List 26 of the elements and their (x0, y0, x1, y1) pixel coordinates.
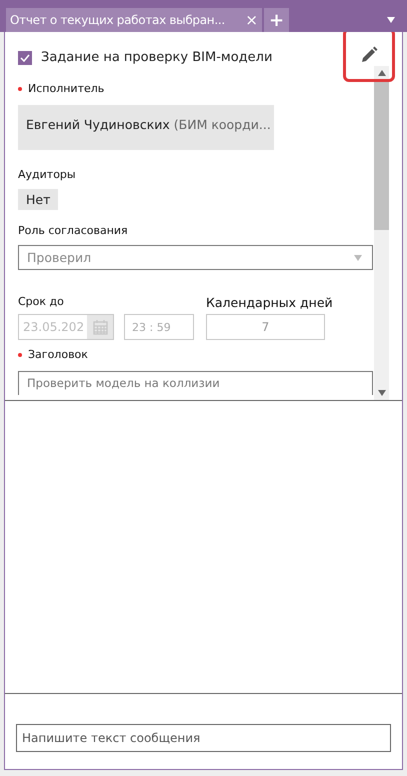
field-label: Исполнитель (28, 82, 104, 95)
task-title: Задание на проверку BIM-модели (41, 50, 272, 65)
field-label: Календарных дней (206, 295, 333, 310)
document-tab[interactable]: Отчет о текущих работах выбран... × (6, 8, 262, 32)
field-label: Аудиторы (18, 168, 76, 181)
date-field[interactable]: 23.05.202 (18, 314, 114, 340)
new-tab-button[interactable]: + (264, 8, 289, 32)
approval-role-select[interactable]: Проверил (18, 245, 373, 270)
message-input[interactable]: Напишите текст сообщения (16, 724, 391, 752)
field-label: Срок до (18, 295, 64, 308)
field-label: Заголовок (28, 348, 88, 361)
tab-close-button[interactable]: × (245, 11, 258, 29)
executor-field[interactable]: Евгений Чудиновских (БИМ коорди... (18, 105, 274, 150)
task-checkbox[interactable] (18, 50, 32, 64)
field-label: Роль согласования (18, 224, 128, 237)
scroll-up-icon[interactable] (378, 70, 386, 76)
heading-field[interactable]: Проверить модель на коллизии (18, 371, 373, 395)
auditor-chip: Нет (18, 189, 58, 210)
time-field[interactable]: 23 : 59 (124, 314, 194, 340)
scrollbar[interactable] (374, 66, 389, 400)
edit-icon[interactable] (360, 46, 378, 64)
dropdown-icon[interactable] (387, 17, 395, 23)
scroll-down-icon[interactable] (378, 390, 386, 396)
dropdown-arrow-icon (354, 254, 362, 260)
tab-title: Отчет о текущих работах выбран... (10, 13, 225, 27)
days-field[interactable]: 7 (206, 314, 325, 340)
